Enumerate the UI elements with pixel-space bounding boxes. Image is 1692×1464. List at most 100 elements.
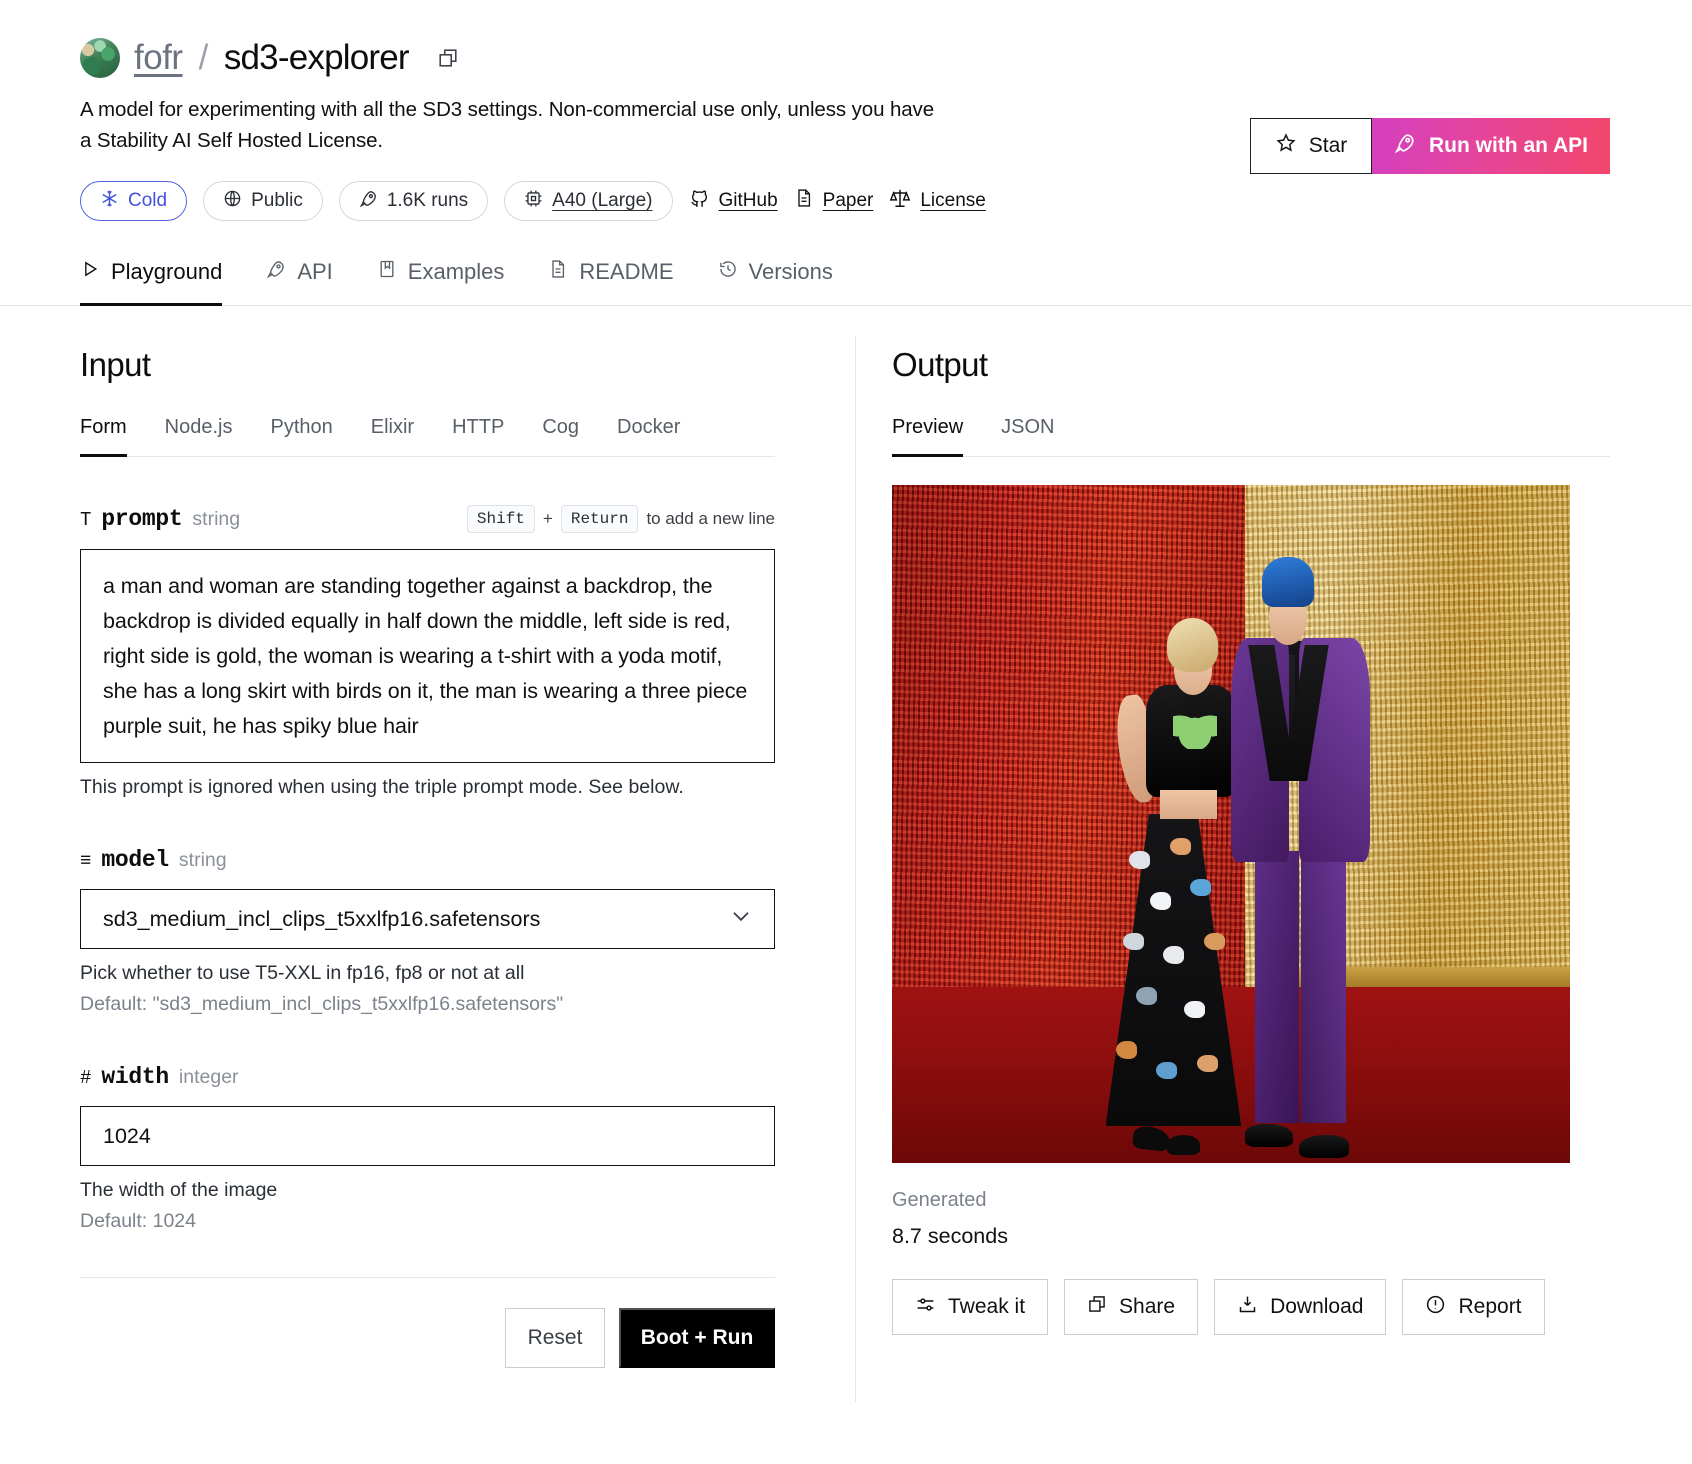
prompt-input[interactable]: a man and woman are standing together ag… xyxy=(80,549,775,764)
output-title: Output xyxy=(892,346,988,384)
chevron-down-icon xyxy=(728,903,754,935)
woman-midriff xyxy=(1159,790,1217,819)
badge-row: Cold Public 1.6K runs A40 (Large) GitHub… xyxy=(80,181,1692,222)
width-helper: The width of the image xyxy=(80,1179,278,1202)
rocket-icon xyxy=(1394,132,1416,160)
tab-examples[interactable]: Examples xyxy=(377,259,505,306)
report-button[interactable]: Report xyxy=(1402,1279,1545,1336)
sliders-icon xyxy=(915,1294,936,1321)
input-tab-python[interactable]: Python xyxy=(270,416,332,457)
copy-icon[interactable] xyxy=(437,47,459,69)
report-label: Report xyxy=(1458,1295,1522,1319)
chip-icon xyxy=(524,189,543,214)
star-button[interactable]: Star xyxy=(1250,118,1372,174)
tab-api[interactable]: API xyxy=(266,259,333,306)
input-tab-docker[interactable]: Docker xyxy=(617,416,680,457)
model-select-value: sd3_medium_incl_clips_t5xxlfp16.safetens… xyxy=(103,906,541,931)
badge-hardware[interactable]: A40 (Large) xyxy=(504,181,673,222)
kbd-return: Return xyxy=(560,505,639,534)
input-tab-http[interactable]: HTTP xyxy=(452,416,504,457)
snowflake-icon xyxy=(100,189,119,214)
form-actions: Reset Boot + Run xyxy=(80,1277,775,1402)
skirt-bird xyxy=(1183,1000,1205,1019)
owner-link[interactable]: fofr xyxy=(134,38,183,78)
yoda-motif xyxy=(1173,712,1217,750)
skirt-bird xyxy=(1136,987,1158,1005)
woman-shoe xyxy=(1166,1134,1201,1156)
tab-versions[interactable]: Versions xyxy=(718,259,833,306)
skirt-bird xyxy=(1115,1041,1137,1059)
output-preview-image[interactable] xyxy=(892,485,1570,1164)
paper-link[interactable]: Paper xyxy=(794,188,873,214)
tweak-it-button[interactable]: Tweak it xyxy=(892,1279,1049,1336)
kbd-plus: + xyxy=(542,509,553,529)
field-model-label: ≡ model string xyxy=(80,847,775,873)
badge-cold[interactable]: Cold xyxy=(80,181,188,222)
field-width-label: # width integer xyxy=(80,1064,775,1090)
generated-label: Generated xyxy=(892,1189,987,1212)
history-icon xyxy=(718,259,738,285)
output-tab-json[interactable]: JSON xyxy=(1001,416,1054,457)
input-panel: Input Form Node.js Python Elixir HTTP Co… xyxy=(0,306,855,1402)
field-model-name: model xyxy=(101,847,169,874)
license-link[interactable]: License xyxy=(889,187,986,215)
field-prompt-type: string xyxy=(192,508,241,531)
input-tab-form[interactable]: Form xyxy=(80,416,127,458)
input-tab-cog[interactable]: Cog xyxy=(542,416,579,457)
man-shoe-left xyxy=(1244,1124,1294,1148)
man-blue-spiky-hair xyxy=(1261,556,1315,608)
field-model-type: string xyxy=(178,849,227,872)
input-tab-elixir[interactable]: Elixir xyxy=(371,416,414,457)
skirt-bird xyxy=(1129,851,1151,870)
input-tab-nodejs[interactable]: Node.js xyxy=(165,416,233,457)
header-actions: Star Run with an API xyxy=(1250,118,1610,174)
share-label: Share xyxy=(1119,1295,1176,1319)
share-button[interactable]: Share xyxy=(1064,1279,1199,1336)
run-with-api-button[interactable]: Run with an API xyxy=(1372,118,1610,174)
tab-playground[interactable]: Playground xyxy=(80,259,223,307)
boot-and-run-button[interactable]: Boot + Run xyxy=(619,1308,775,1369)
field-model: ≡ model string sd3_medium_incl_clips_t5x… xyxy=(80,847,775,1016)
download-button[interactable]: Download xyxy=(1214,1279,1387,1336)
tab-readme-label: README xyxy=(579,259,674,285)
field-prompt-head: T prompt string Shift + Return to add a … xyxy=(80,505,775,534)
skirt-bird xyxy=(1169,837,1191,856)
model-default: Default: "sd3_medium_incl_clips_t5xxlfp1… xyxy=(80,993,564,1016)
width-default: Default: 1024 xyxy=(80,1210,197,1233)
width-input[interactable]: 1024 xyxy=(80,1106,775,1167)
tab-readme[interactable]: README xyxy=(548,259,674,306)
badge-visibility[interactable]: Public xyxy=(203,181,323,222)
github-label: GitHub xyxy=(718,190,778,212)
star-icon xyxy=(1275,132,1297,160)
rocket-icon xyxy=(266,259,286,285)
globe-icon xyxy=(223,189,242,214)
badge-hardware-label: A40 (Large) xyxy=(552,190,653,212)
field-width-type: integer xyxy=(178,1066,239,1089)
output-actions: Tweak it Share Download Report xyxy=(892,1279,1610,1336)
copy-icon xyxy=(1087,1294,1107,1320)
github-link[interactable]: GitHub xyxy=(689,188,778,215)
prompt-helper: This prompt is ignored when using the tr… xyxy=(80,776,684,799)
avatar xyxy=(80,38,120,78)
skirt-bird xyxy=(1203,932,1225,951)
doc-icon xyxy=(548,259,568,285)
newline-hint: Shift + Return to add a new line xyxy=(466,505,775,534)
title-row: fofr / sd3-explorer xyxy=(80,38,1692,78)
run-with-api-label: Run with an API xyxy=(1428,134,1589,157)
model-select[interactable]: sd3_medium_incl_clips_t5xxlfp16.safetens… xyxy=(80,889,775,950)
tab-examples-label: Examples xyxy=(407,259,505,285)
model-helper: Pick whether to use T5-XXL in fp16, fp8 … xyxy=(80,962,525,985)
output-tab-preview[interactable]: Preview xyxy=(892,416,964,458)
scales-icon xyxy=(889,187,911,215)
output-tabs: Preview JSON xyxy=(892,416,1610,458)
badge-runs[interactable]: 1.6K runs xyxy=(338,181,489,222)
page-header: fofr / sd3-explorer A model for experime… xyxy=(0,0,1692,222)
star-label: Star xyxy=(1308,134,1348,157)
integer-type-icon: # xyxy=(80,1067,92,1090)
skirt-bird xyxy=(1163,946,1185,964)
reset-button[interactable]: Reset xyxy=(505,1308,605,1369)
download-label: Download xyxy=(1270,1295,1364,1319)
report-icon xyxy=(1425,1294,1446,1321)
tab-api-label: API xyxy=(297,259,333,285)
badge-runs-label: 1.6K runs xyxy=(386,190,469,212)
